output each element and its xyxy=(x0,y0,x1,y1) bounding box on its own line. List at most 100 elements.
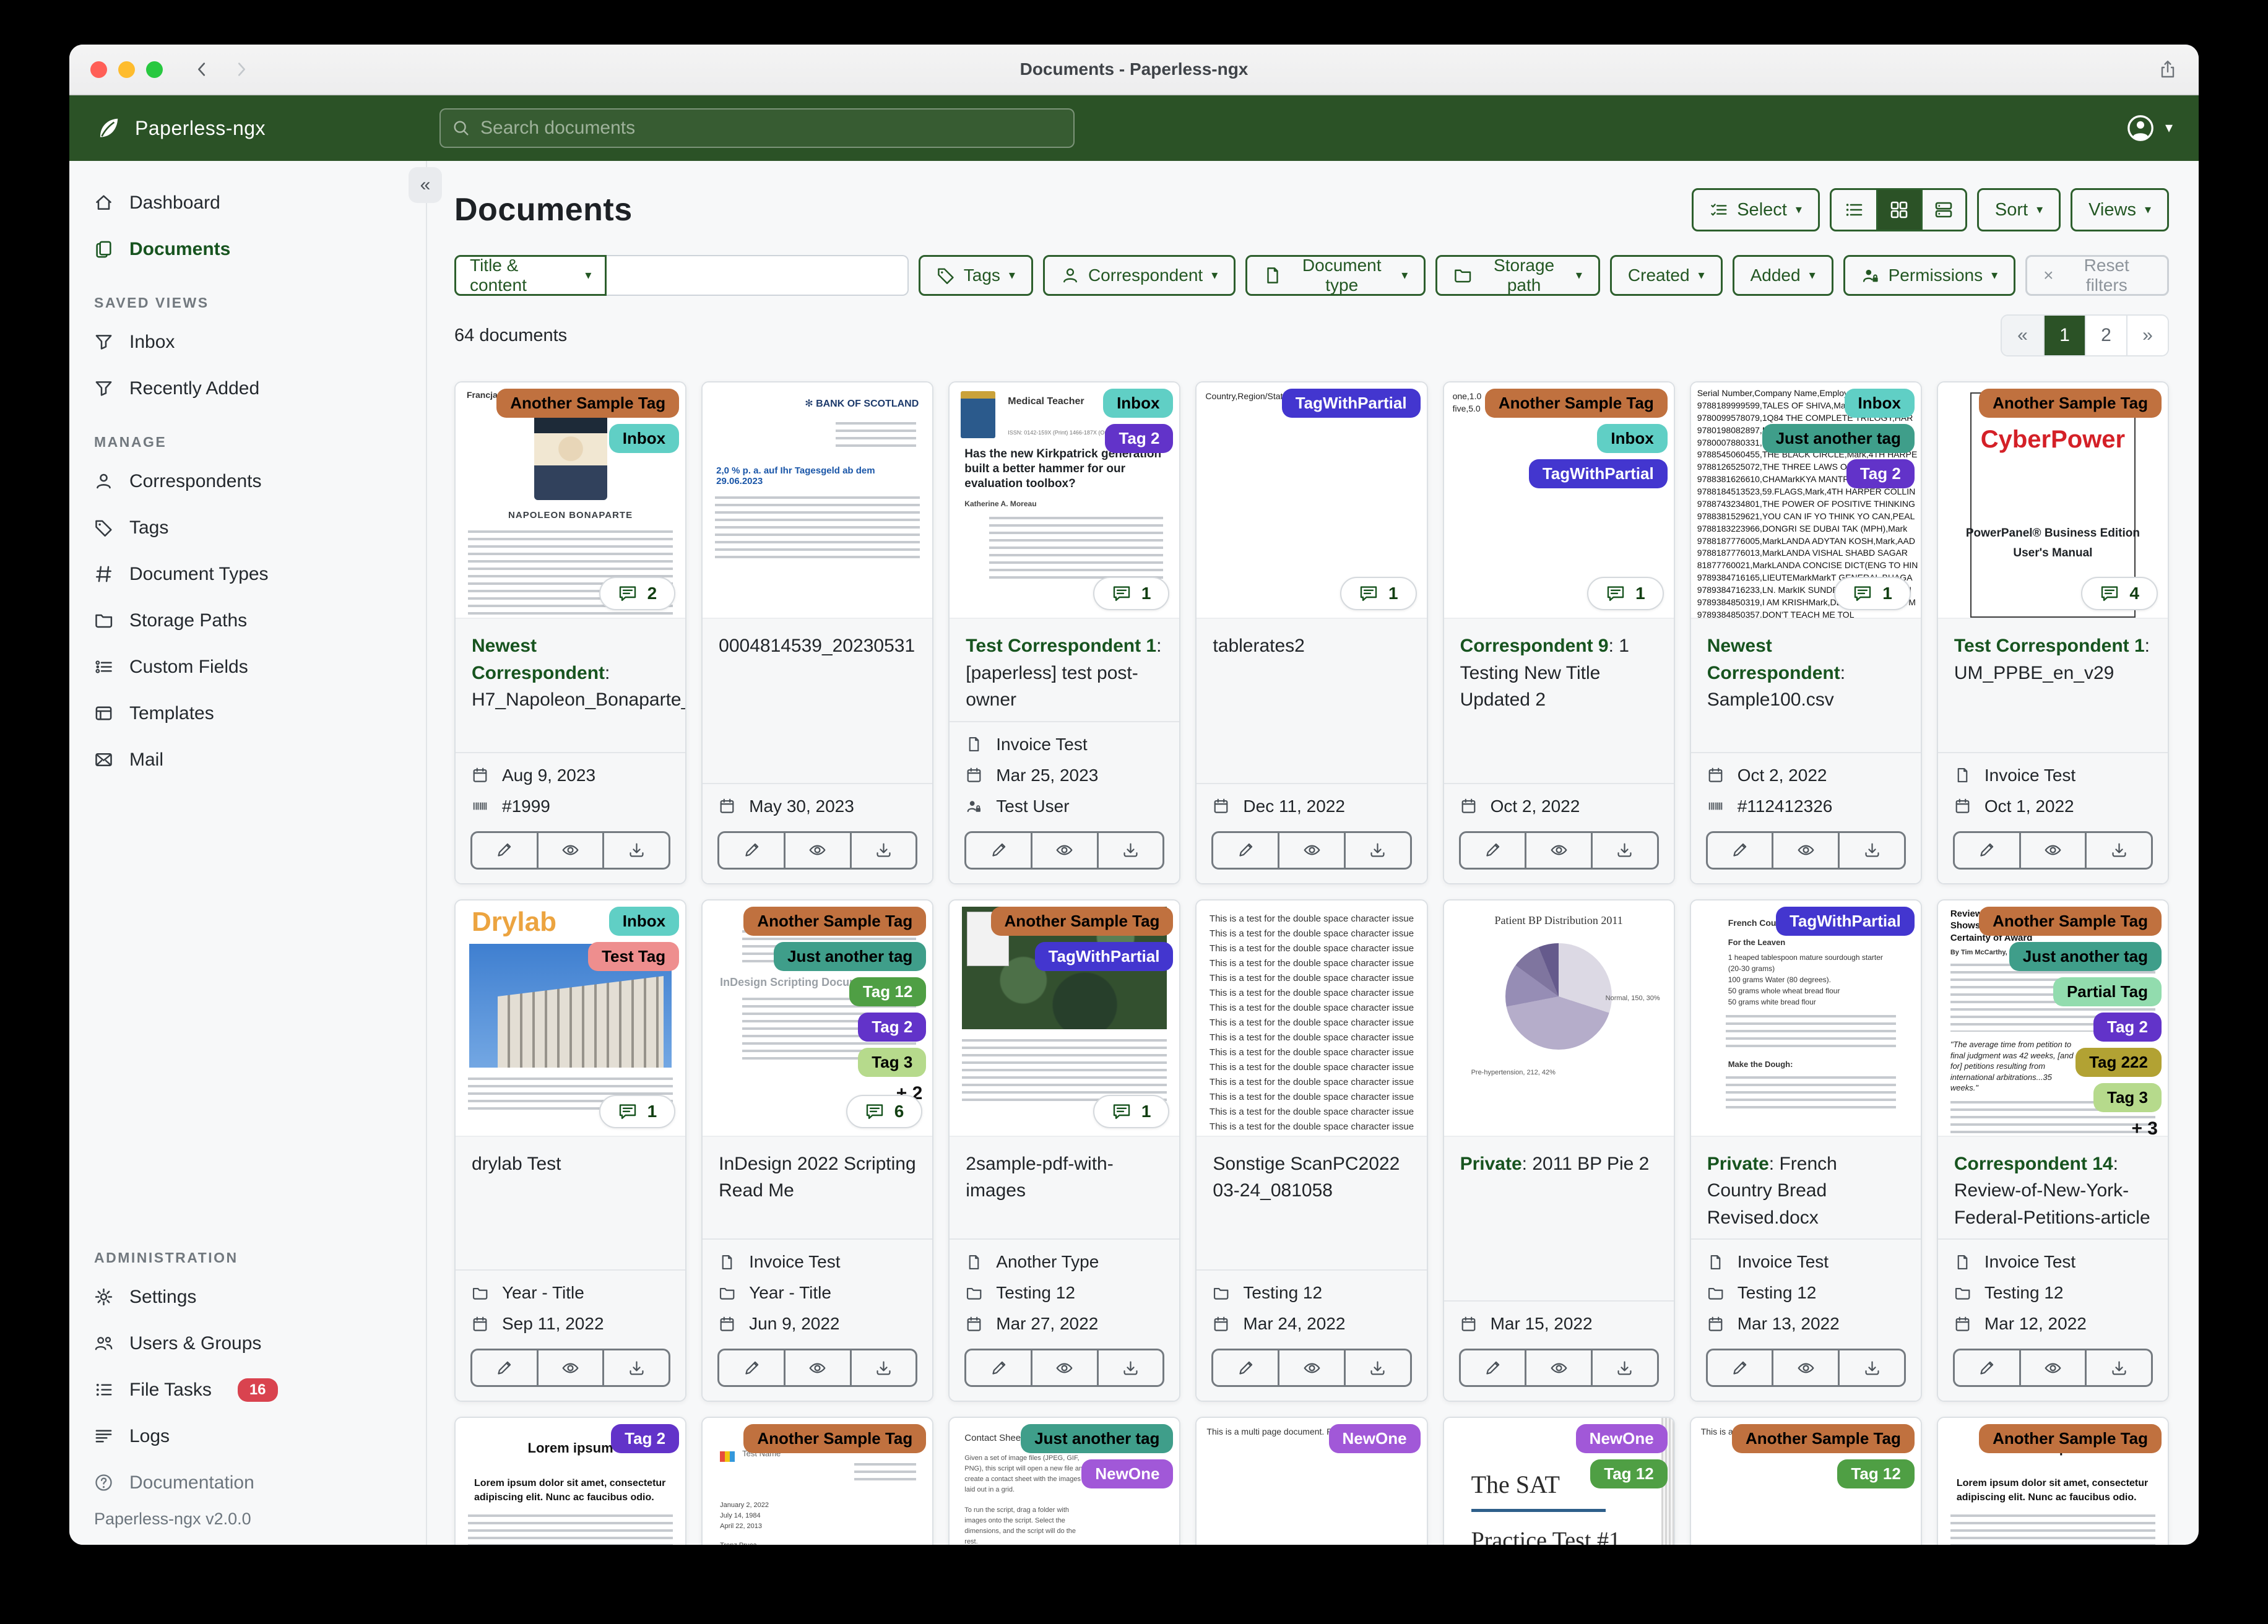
tag-another-sample-tag[interactable]: Another Sample Tag xyxy=(1979,1424,2162,1453)
edit-document-button[interactable] xyxy=(1213,1350,1278,1385)
sidebar-item-users-groups[interactable]: Users & Groups xyxy=(69,1320,426,1367)
document-card[interactable]: The SATPractice Test #1Make time to take… xyxy=(1442,1417,1675,1545)
document-title[interactable]: Sonstige ScanPC2022 03-24_081058 xyxy=(1197,1137,1426,1270)
tag-another-sample-tag[interactable]: Another Sample Tag xyxy=(1484,389,1668,418)
sidebar-item-dashboard[interactable]: Dashboard xyxy=(69,179,426,226)
document-title[interactable]: Private: French Country Bread Revised.do… xyxy=(1691,1137,1921,1239)
document-card[interactable]: Drylab Inbox Test Tag 1 drylab Test Year - Ti… xyxy=(454,899,687,1402)
tag-tagwithpartial[interactable]: TagWithPartial xyxy=(1034,941,1174,971)
filter-button-permissions[interactable]: Permissions ▾ xyxy=(1843,255,2016,296)
comment-count-badge[interactable]: 1 xyxy=(1093,577,1170,610)
download-document-button[interactable] xyxy=(1838,832,1904,868)
document-thumbnail[interactable]: Country,Region/State," TagWithPartial 1 xyxy=(1197,382,1427,619)
filter-button-correspondent[interactable]: Correspondent ▾ xyxy=(1042,255,1236,296)
document-card[interactable]: Medical Teacher ISSN: 0142-159X (Print) 1… xyxy=(948,381,1181,884)
document-card[interactable]: This is a test for the double space char… xyxy=(1195,899,1428,1402)
document-title[interactable]: Newest Correspondent: Sample100.csv xyxy=(1691,619,1921,752)
download-document-button[interactable] xyxy=(1591,1350,1657,1385)
reset-filters-button[interactable]: × Reset filters xyxy=(2025,255,2169,296)
tag-tagwithpartial[interactable]: TagWithPartial xyxy=(1528,459,1668,488)
tag-inbox[interactable]: Inbox xyxy=(1103,389,1174,418)
preview-document-button[interactable] xyxy=(1772,1350,1838,1385)
sidebar-item-documentation[interactable]: Documentation xyxy=(69,1459,426,1506)
pagination-prev[interactable]: « xyxy=(2002,316,2043,355)
document-card[interactable]: Lorem ipsumLorem ipsum dolor sit amet, c… xyxy=(1936,1417,2169,1545)
document-thumbnail[interactable]: This is a test Another Sample Tag Tag 12 xyxy=(1690,1418,1921,1545)
tag-tag-2[interactable]: Tag 2 xyxy=(1846,459,1915,488)
document-title[interactable]: 2sample-pdf-with-images xyxy=(950,1137,1179,1239)
edit-document-button[interactable] xyxy=(719,833,784,868)
edit-document-button[interactable] xyxy=(1955,833,2019,868)
sidebar-item-correspondents[interactable]: Correspondents xyxy=(69,458,426,504)
sidebar-item-document-types[interactable]: Document Types xyxy=(69,551,426,597)
download-document-button[interactable] xyxy=(2085,832,2151,868)
document-thumbnail[interactable]: ✻ BANK OF SCOTLAND 2,0 % p. a. auf Ihr Ta… xyxy=(703,382,933,619)
document-card[interactable]: French Country Bread For the Leaven 1 heap… xyxy=(1689,899,1922,1402)
edit-document-button[interactable] xyxy=(472,1350,537,1385)
preview-document-button[interactable] xyxy=(1525,1350,1591,1385)
comment-count-badge[interactable]: 2 xyxy=(599,577,676,610)
document-thumbnail[interactable]: The SATPractice Test #1Make time to take… xyxy=(1443,1418,1674,1545)
document-thumbnail[interactable]: Test Name January 2, 2022 July 14, 1984 A… xyxy=(703,1418,933,1545)
preview-document-button[interactable] xyxy=(783,1350,850,1385)
edit-document-button[interactable] xyxy=(1461,833,1525,868)
comment-count-badge[interactable]: 1 xyxy=(1340,577,1417,610)
document-thumbnail[interactable]: Patient BP Distribution 2011 Normal, 150,… xyxy=(1443,900,1674,1137)
sidebar-collapse-button[interactable]: « xyxy=(409,167,442,203)
preview-document-button[interactable] xyxy=(2019,832,2085,868)
download-document-button[interactable] xyxy=(1096,832,1163,868)
tag-just-another-tag[interactable]: Just another tag xyxy=(1021,1424,1174,1453)
tag-newone[interactable]: NewOne xyxy=(1575,1424,1668,1453)
view-list-button[interactable] xyxy=(1832,190,1876,230)
document-card[interactable]: Serial Number,Company Name,Employe 97881… xyxy=(1689,381,1922,884)
tag-another-sample-tag[interactable]: Another Sample Tag xyxy=(990,906,1174,936)
tag-inbox[interactable]: Inbox xyxy=(608,906,680,936)
tag-tag-12[interactable]: Tag 12 xyxy=(1590,1459,1668,1488)
document-title[interactable]: Test Correspondent 1: UM_PPBE_en_v29 xyxy=(1938,619,2168,752)
download-document-button[interactable] xyxy=(1343,1350,1410,1385)
filter-button-document-type[interactable]: Document type ▾ xyxy=(1245,255,1426,296)
tag-partial-tag[interactable]: Partial Tag xyxy=(2053,977,2162,1006)
preview-document-button[interactable] xyxy=(1278,832,1344,868)
document-card[interactable]: Test Name January 2, 2022 July 14, 1984 A… xyxy=(701,1417,934,1545)
tag-just-another-tag[interactable]: Just another tag xyxy=(1762,424,1915,453)
tag-another-sample-tag[interactable]: Another Sample Tag xyxy=(496,389,680,418)
filter-button-created[interactable]: Created ▾ xyxy=(1609,255,1723,296)
preview-document-button[interactable] xyxy=(1772,832,1838,868)
edit-document-button[interactable] xyxy=(966,1350,1031,1385)
document-thumbnail[interactable]: AdoInDesign Scripting DocumentationAnoth… xyxy=(703,900,933,1137)
document-card[interactable]: Country,Region/State," TagWithPartial 1 tab… xyxy=(1195,381,1428,884)
preview-document-button[interactable] xyxy=(2019,1350,2085,1385)
tag-tag-12[interactable]: Tag 12 xyxy=(1837,1459,1915,1488)
sidebar-item-documents[interactable]: Documents xyxy=(69,226,426,272)
document-card[interactable]: Francja pod r NAPOLEON BONAPARTE Another S… xyxy=(454,381,687,884)
download-document-button[interactable] xyxy=(2085,1350,2151,1385)
document-title[interactable]: 0004814539_20230531 xyxy=(703,619,932,783)
sidebar-item-settings[interactable]: Settings xyxy=(69,1274,426,1320)
document-title[interactable]: Test Correspondent 1: [paperless] test p… xyxy=(950,619,1179,721)
document-card[interactable]: Lorem ipsumLorem ipsum dolor sit amet, c… xyxy=(454,1417,687,1545)
tag-tag-2[interactable]: Tag 2 xyxy=(2093,1012,2162,1042)
tag-another-sample-tag[interactable]: Another Sample Tag xyxy=(1731,1424,1915,1453)
download-document-button[interactable] xyxy=(849,832,916,868)
document-title[interactable]: drylab Test xyxy=(456,1137,685,1270)
document-card[interactable]: Contact Sheet Demo Given a set of image f… xyxy=(948,1417,1181,1545)
sidebar-item-recently-added[interactable]: Recently Added xyxy=(69,365,426,412)
sidebar-item-inbox[interactable]: Inbox xyxy=(69,319,426,365)
search-input[interactable] xyxy=(439,108,1075,148)
filter-button-added[interactable]: Added ▾ xyxy=(1732,255,1833,296)
document-card[interactable]: This is a test Another Sample Tag Tag 12 xyxy=(1689,1417,1922,1545)
document-card[interactable]: AdoInDesign Scripting DocumentationAnoth… xyxy=(701,899,934,1402)
tag-tag-2[interactable]: Tag 2 xyxy=(611,1424,680,1453)
document-thumbnail[interactable]: Lorem ipsumLorem ipsum dolor sit amet, c… xyxy=(456,1418,686,1545)
tag-test-tag[interactable]: Test Tag xyxy=(588,941,680,971)
tag-inbox[interactable]: Inbox xyxy=(1844,389,1915,418)
tag-another-sample-tag[interactable]: Another Sample Tag xyxy=(743,906,927,936)
comment-count-badge[interactable]: 1 xyxy=(1093,1094,1170,1128)
document-card[interactable]: This is a multi page document. Page 1. Ne… xyxy=(1195,1417,1428,1545)
document-card[interactable]: CyberPower PowerPanel® Business Edition Us… xyxy=(1936,381,2169,884)
minimize-window-button[interactable] xyxy=(118,61,135,78)
document-title[interactable]: InDesign 2022 Scripting Read Me xyxy=(703,1137,932,1239)
download-document-button[interactable] xyxy=(849,1350,916,1385)
sidebar-item-file-tasks[interactable]: File Tasks 16 xyxy=(69,1367,426,1413)
